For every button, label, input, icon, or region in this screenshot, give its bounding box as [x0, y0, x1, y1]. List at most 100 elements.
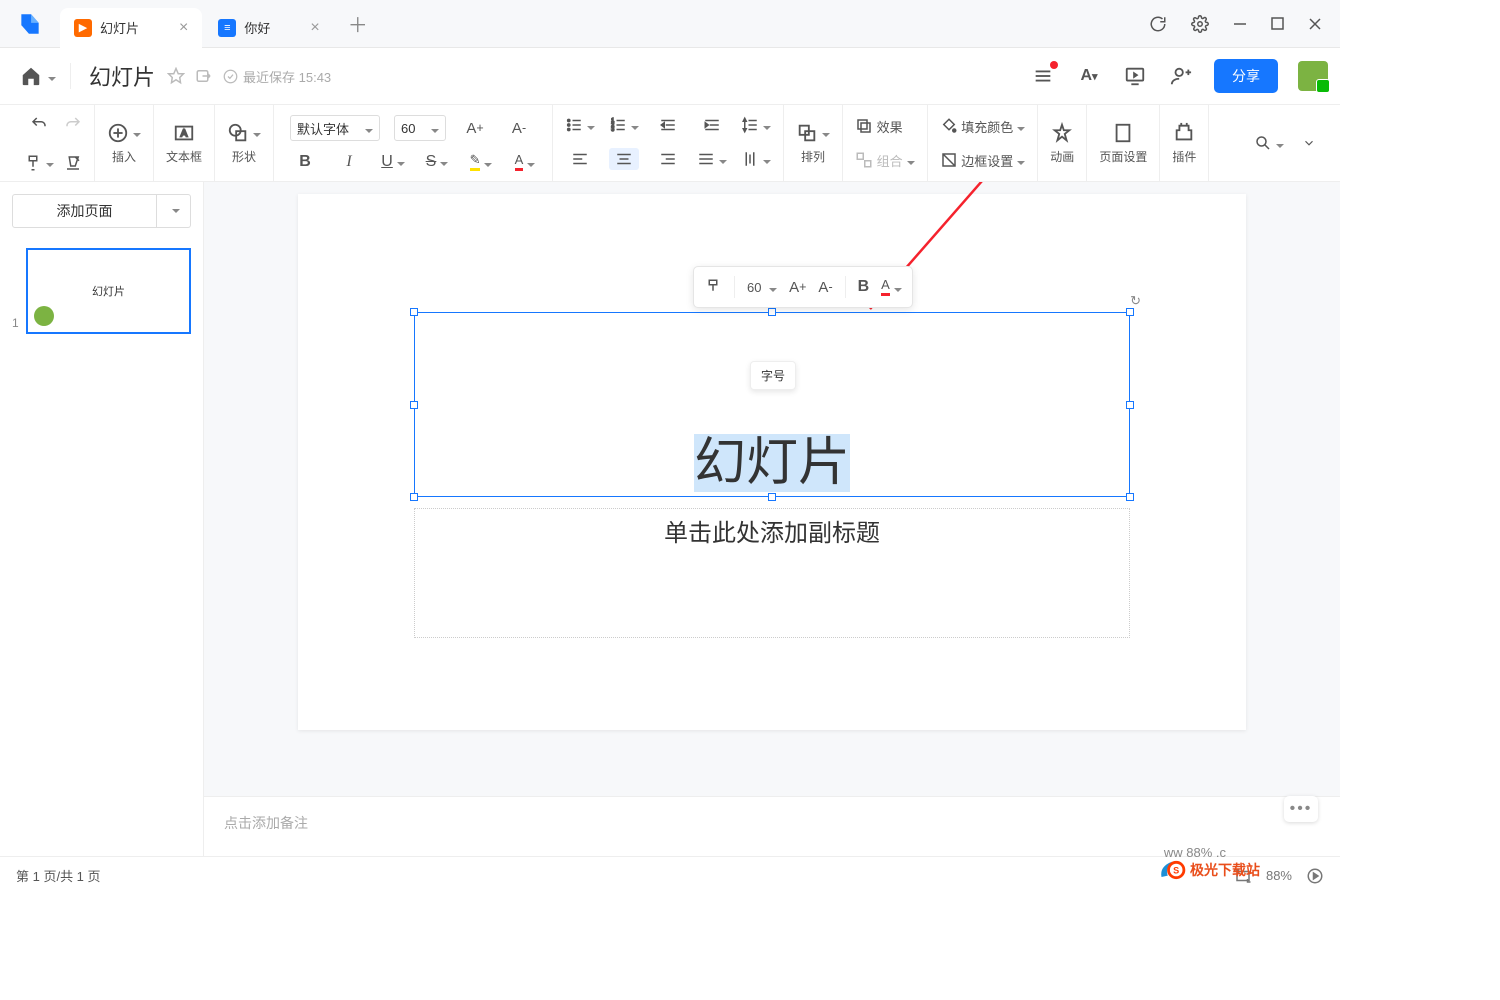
- font-family-select[interactable]: 默认字体: [290, 115, 380, 141]
- insert-button[interactable]: 插入: [107, 122, 141, 165]
- toolbar-collapse-button[interactable]: [1302, 136, 1316, 150]
- tab-doc-close[interactable]: ×: [310, 19, 319, 37]
- svg-text:A: A: [181, 128, 188, 139]
- close-button[interactable]: [1308, 17, 1322, 31]
- app-logo: [0, 11, 60, 37]
- group-button[interactable]: 组合: [855, 151, 915, 170]
- bold-mini[interactable]: B: [858, 278, 870, 296]
- new-tab-button[interactable]: ＋: [348, 9, 368, 38]
- font-size-select[interactable]: 60: [394, 115, 446, 141]
- border-settings-button[interactable]: 边框设置: [940, 151, 1026, 170]
- resize-handle[interactable]: [410, 401, 418, 409]
- rotate-handle[interactable]: ↻: [1130, 293, 1141, 309]
- font-color-mini[interactable]: A: [881, 278, 902, 296]
- strikethrough-button[interactable]: S: [422, 153, 452, 171]
- window-controls: [1149, 15, 1340, 33]
- subtitle-placeholder: 单击此处添加副标题: [664, 520, 880, 547]
- shapes-button[interactable]: 形状: [227, 122, 261, 165]
- tab-doc[interactable]: ≡ 你好 ×: [204, 8, 333, 48]
- italic-button[interactable]: I: [334, 153, 364, 171]
- sync-icon[interactable]: [1149, 15, 1167, 33]
- add-collaborator-icon[interactable]: [1168, 63, 1194, 89]
- title-textbox[interactable]: ↻ 60 A+ A- B A 字号 幻灯片: [414, 312, 1130, 497]
- font-style-icon[interactable]: A▾: [1076, 63, 1102, 89]
- fit-screen-button[interactable]: [1234, 867, 1252, 885]
- plugins-button[interactable]: 插件: [1172, 122, 1196, 165]
- fill-color-button[interactable]: 填充颜色: [940, 117, 1026, 136]
- canvas-area: ↻ 60 A+ A- B A 字号 幻灯片: [204, 182, 1340, 856]
- add-page-button[interactable]: 添加页面: [12, 194, 157, 228]
- vertical-align-button[interactable]: [741, 150, 771, 168]
- play-button[interactable]: [1306, 867, 1324, 885]
- arrange-button[interactable]: 排列: [796, 122, 830, 165]
- workspace: 添加页面 1 幻灯片: [0, 182, 1340, 856]
- line-spacing-button[interactable]: [741, 116, 771, 134]
- increase-font-mini[interactable]: A+: [789, 279, 806, 296]
- page-setup-button[interactable]: 页面设置: [1099, 122, 1147, 165]
- resize-handle[interactable]: [1126, 308, 1134, 316]
- user-avatar[interactable]: [1298, 61, 1328, 91]
- resize-handle[interactable]: [410, 493, 418, 501]
- animation-button[interactable]: 动画: [1050, 122, 1074, 165]
- minimize-button[interactable]: [1233, 17, 1247, 31]
- format-painter-mini[interactable]: [704, 278, 722, 296]
- subtitle-textbox[interactable]: 单击此处添加副标题: [414, 508, 1130, 638]
- format-painter-button[interactable]: [24, 154, 54, 172]
- thumbnail-title: 幻灯片: [92, 283, 125, 299]
- resize-handle[interactable]: [1126, 493, 1134, 501]
- decrease-font-button[interactable]: A-: [504, 120, 534, 137]
- clear-format-button[interactable]: [64, 154, 82, 172]
- maximize-button[interactable]: [1271, 17, 1284, 30]
- outdent-button[interactable]: [653, 116, 683, 134]
- resize-handle[interactable]: [768, 308, 776, 316]
- slides-sidebar: 添加页面 1 幻灯片: [0, 182, 204, 856]
- resize-handle[interactable]: [1126, 401, 1134, 409]
- resize-handle[interactable]: [410, 308, 418, 316]
- align-center-button[interactable]: [609, 148, 639, 170]
- search-button[interactable]: [1254, 134, 1284, 152]
- svg-text:3: 3: [611, 127, 614, 133]
- tab-slides-icon: ▶: [74, 19, 92, 37]
- add-page-dropdown[interactable]: [157, 194, 191, 228]
- thumbnail-index: 1: [12, 316, 20, 334]
- home-button[interactable]: [20, 65, 56, 87]
- settings-icon[interactable]: [1191, 15, 1209, 33]
- font-size-mini[interactable]: 60: [747, 280, 777, 295]
- underline-button[interactable]: U: [378, 153, 408, 171]
- bold-button[interactable]: B: [290, 153, 320, 171]
- page-indicator: 第 1 页/共 1 页: [16, 866, 101, 885]
- move-icon[interactable]: [195, 67, 213, 85]
- tab-slides-close[interactable]: ×: [179, 19, 188, 37]
- increase-font-button[interactable]: A+: [460, 120, 490, 137]
- bullet-list-button[interactable]: [565, 116, 595, 134]
- present-icon[interactable]: [1122, 63, 1148, 89]
- align-right-button[interactable]: [653, 150, 683, 168]
- effect-button[interactable]: 效果: [855, 117, 903, 136]
- slide-thumbnail-1[interactable]: 幻灯片: [26, 248, 191, 334]
- tab-doc-title: 你好: [244, 18, 270, 37]
- highlight-button[interactable]: ✎: [466, 153, 496, 171]
- star-icon[interactable]: [167, 67, 185, 85]
- decrease-font-mini[interactable]: A-: [818, 279, 832, 296]
- textbox-button[interactable]: A文本框: [166, 122, 202, 165]
- title-text[interactable]: 幻灯片: [415, 435, 1129, 492]
- floating-toolbar: 60 A+ A- B A: [693, 266, 913, 308]
- indent-button[interactable]: [697, 116, 727, 134]
- font-color-button[interactable]: A: [510, 153, 540, 171]
- toolbar: 插入 A文本框 形状 默认字体 60 A+ A- B I U S ✎ A 123: [0, 104, 1340, 182]
- slide-canvas[interactable]: ↻ 60 A+ A- B A 字号 幻灯片: [298, 194, 1246, 730]
- tab-doc-icon: ≡: [218, 19, 236, 37]
- thumbnail-avatar: [34, 306, 54, 326]
- zoom-level[interactable]: 88%: [1266, 868, 1292, 883]
- resize-handle[interactable]: [768, 493, 776, 501]
- align-justify-button[interactable]: [697, 150, 727, 168]
- menu-icon[interactable]: [1030, 63, 1056, 89]
- more-options-button[interactable]: •••: [1284, 796, 1318, 822]
- numbered-list-button[interactable]: 123: [609, 116, 639, 134]
- notification-dot: [1050, 61, 1058, 69]
- tab-slides[interactable]: ▶ 幻灯片 ×: [60, 8, 202, 48]
- align-left-button[interactable]: [565, 150, 595, 168]
- undo-button[interactable]: [30, 115, 48, 133]
- share-button[interactable]: 分享: [1214, 59, 1278, 93]
- redo-button[interactable]: [64, 115, 82, 133]
